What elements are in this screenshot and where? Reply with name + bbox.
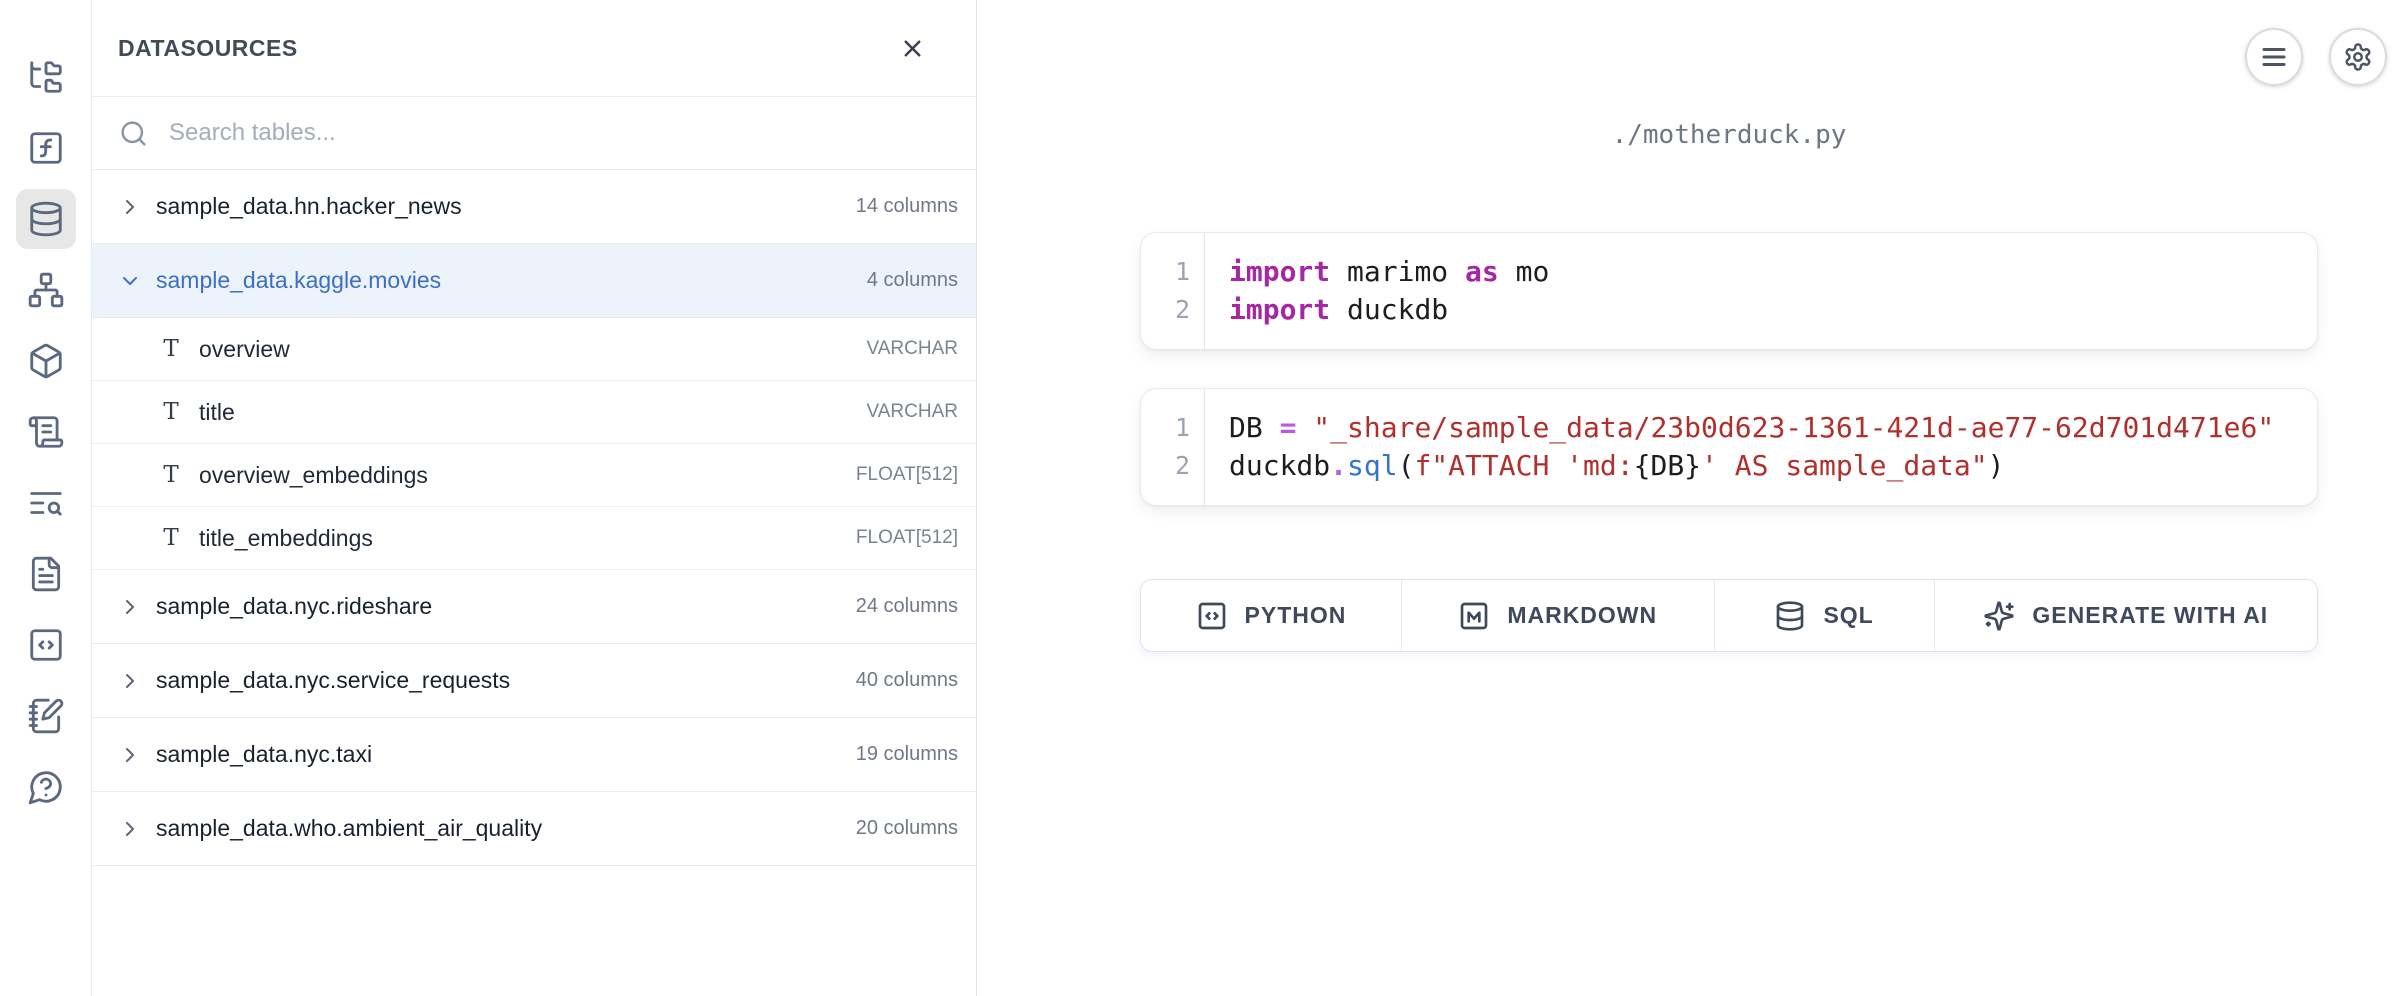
column-name: overview_embeddings (199, 462, 428, 489)
table-row[interactable]: sample_data.kaggle.movies 4 columns (92, 244, 976, 318)
documentation-icon[interactable] (16, 544, 76, 604)
packages-icon[interactable] (16, 331, 76, 391)
table-column-count: 4 columns (867, 269, 958, 292)
add-cell-toolbar: PYTHON MARKDOWN SQL GENERATE WITH AI (1140, 579, 2318, 652)
add-cell-sql-button[interactable]: SQL (1715, 580, 1935, 651)
column-type: VARCHAR (867, 338, 959, 360)
chevron-right-icon[interactable] (118, 595, 142, 619)
snippets-icon[interactable] (16, 615, 76, 675)
dependencies-icon[interactable] (16, 260, 76, 320)
text-type-icon: T (160, 399, 182, 425)
help-icon[interactable] (16, 757, 76, 817)
table-name: sample_data.nyc.rideshare (156, 593, 432, 620)
column-row[interactable]: Toverview VARCHAR (92, 318, 976, 381)
activity-bar (0, 0, 92, 996)
column-type: FLOAT[512] (856, 527, 958, 549)
gear-icon[interactable] (2329, 28, 2387, 86)
table-row[interactable]: sample_data.hn.hacker_news 14 columns (92, 170, 976, 244)
table-name: sample_data.who.ambient_air_quality (156, 815, 542, 842)
scratchpad-icon[interactable] (16, 686, 76, 746)
column-type: FLOAT[512] (856, 464, 958, 486)
chevron-right-icon[interactable] (118, 817, 142, 841)
table-name: sample_data.hn.hacker_news (156, 193, 462, 220)
column-name: title (199, 399, 235, 426)
text-type-icon: T (160, 336, 182, 362)
table-row[interactable]: sample_data.nyc.rideshare 24 columns (92, 570, 976, 644)
table-column-count: 20 columns (856, 817, 958, 840)
table-column-count: 24 columns (856, 595, 958, 618)
square-code-icon (1196, 600, 1228, 632)
table-column-count: 14 columns (856, 195, 958, 218)
app-root: DATASOURCES sample_data.hn.hacker_news 14… (0, 0, 2399, 996)
column-name: title_embeddings (199, 525, 373, 552)
chevron-down-icon[interactable] (118, 269, 142, 293)
add-cell-markdown-button[interactable]: MARKDOWN (1402, 580, 1715, 651)
table-name: sample_data.nyc.taxi (156, 741, 372, 768)
text-search-icon[interactable] (16, 473, 76, 533)
panel-header: DATASOURCES (92, 0, 976, 97)
text-type-icon: T (160, 462, 182, 488)
table-row[interactable]: sample_data.nyc.taxi 19 columns (92, 718, 976, 792)
main-area: ./motherduck.py 12import marimo as moimp… (977, 0, 2399, 996)
column-type: VARCHAR (867, 401, 959, 423)
add-cell-button-label: PYTHON (1245, 602, 1347, 629)
datasources-panel: DATASOURCES sample_data.hn.hacker_news 14… (92, 0, 977, 996)
text-type-icon: T (160, 525, 182, 551)
table-column-count: 40 columns (856, 669, 958, 692)
chevron-right-icon[interactable] (118, 195, 142, 219)
notebook-filename[interactable]: ./motherduck.py (1140, 120, 2318, 156)
menu-icon[interactable] (2245, 28, 2303, 86)
cells-container: 12import marimo as moimport duckdb12DB =… (1140, 232, 2318, 506)
table-row[interactable]: sample_data.who.ambient_air_quality 20 co… (92, 792, 976, 866)
column-name: overview (199, 336, 290, 363)
code-cell[interactable]: 12DB = "_share/sample_data/23b0d623-1361… (1140, 388, 2318, 506)
add-cell-button-label: GENERATE WITH AI (2032, 602, 2268, 629)
search-input[interactable] (169, 119, 952, 147)
close-icon[interactable] (892, 28, 932, 68)
panel-title: DATASOURCES (118, 35, 298, 62)
topbar-actions (2245, 28, 2387, 86)
column-row[interactable]: Toverview_embeddings FLOAT[512] (92, 444, 976, 507)
sparkles-icon (1983, 600, 2015, 632)
column-row[interactable]: Ttitle_embeddings FLOAT[512] (92, 507, 976, 570)
line-numbers: 12 (1141, 233, 1205, 349)
chevron-right-icon[interactable] (118, 669, 142, 693)
datasources-icon[interactable] (16, 189, 76, 249)
code-cell[interactable]: 12import marimo as moimport duckdb (1140, 232, 2318, 350)
table-name: sample_data.nyc.service_requests (156, 667, 510, 694)
notebook-column: ./motherduck.py 12import marimo as moimp… (1140, 120, 2318, 652)
logs-icon[interactable] (16, 402, 76, 462)
add-cell-button-label: SQL (1823, 602, 1873, 629)
add-cell-python-button[interactable]: PYTHON (1141, 580, 1402, 651)
add-cell-button-label: MARKDOWN (1507, 602, 1657, 629)
table-row[interactable]: sample_data.nyc.service_requests 40 colum… (92, 644, 976, 718)
tables-list: sample_data.hn.hacker_news14 columnssamp… (92, 170, 976, 866)
chevron-right-icon[interactable] (118, 743, 142, 767)
add-cell-generate-with-ai-button[interactable]: GENERATE WITH AI (1935, 580, 2317, 651)
square-m-icon (1458, 600, 1490, 632)
variables-icon[interactable] (16, 118, 76, 178)
explorer-icon[interactable] (16, 47, 76, 107)
search-bar (92, 97, 976, 170)
database-icon (1774, 600, 1806, 632)
code-editor[interactable]: DB = "_share/sample_data/23b0d623-1361-4… (1205, 389, 2317, 505)
column-row[interactable]: Ttitle VARCHAR (92, 381, 976, 444)
line-numbers: 12 (1141, 389, 1205, 505)
search-icon (119, 119, 148, 148)
code-editor[interactable]: import marimo as moimport duckdb (1205, 233, 2317, 349)
table-name: sample_data.kaggle.movies (156, 267, 441, 294)
table-column-count: 19 columns (856, 743, 958, 766)
